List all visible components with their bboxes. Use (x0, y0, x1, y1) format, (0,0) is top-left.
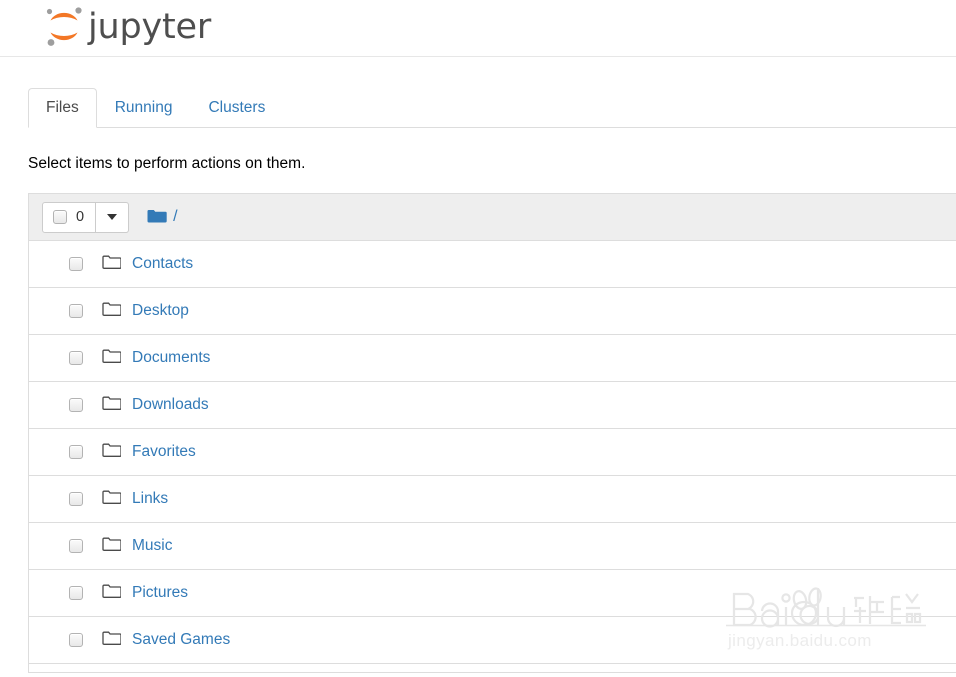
jupyter-wordmark: jupyter (88, 7, 212, 47)
file-name-link[interactable]: Desktop (132, 303, 189, 319)
folder-icon (102, 395, 122, 416)
row-checkbox[interactable] (69, 539, 83, 553)
page-header: jupyter (0, 0, 956, 57)
file-name-link[interactable]: Downloads (132, 397, 209, 413)
main-tabs: Files Running Clusters (28, 87, 956, 129)
row-checkbox[interactable] (69, 257, 83, 271)
table-row[interactable]: Desktop (29, 288, 956, 335)
table-row[interactable]: Pictures (29, 570, 956, 617)
tab-files[interactable]: Files (28, 87, 97, 128)
selected-count: 0 (76, 208, 85, 225)
folder-icon (102, 583, 122, 604)
row-checkbox[interactable] (69, 445, 83, 459)
jupyter-logo-icon (42, 4, 86, 50)
folder-icon (102, 536, 122, 557)
folder-icon (102, 301, 122, 322)
folder-icon (102, 630, 122, 651)
file-name-link[interactable]: Links (132, 491, 168, 507)
table-row[interactable]: Documents (29, 335, 956, 382)
file-list-toolbar: 0 / (29, 194, 956, 241)
caret-down-icon (107, 214, 118, 220)
jupyter-logo[interactable]: jupyter (42, 2, 211, 52)
row-checkbox[interactable] (69, 492, 83, 506)
row-checkbox[interactable] (69, 304, 83, 318)
row-checkbox[interactable] (69, 586, 83, 600)
file-list-panel: 0 / Contacts Desktop Documents Downloads… (28, 193, 956, 673)
tab-clusters[interactable]: Clusters (190, 88, 283, 129)
file-name-link[interactable]: Music (132, 538, 172, 554)
folder-icon (102, 348, 122, 369)
row-checkbox[interactable] (69, 351, 83, 365)
row-checkbox[interactable] (69, 398, 83, 412)
table-row[interactable]: Downloads (29, 382, 956, 429)
tab-running[interactable]: Running (97, 88, 191, 129)
table-row[interactable]: Saved Games (29, 617, 956, 664)
select-all-checkbox[interactable] (53, 210, 67, 224)
folder-icon (102, 489, 122, 510)
file-name-link[interactable]: Documents (132, 350, 210, 366)
table-row[interactable]: Favorites (29, 429, 956, 476)
table-row[interactable]: Links (29, 476, 956, 523)
row-checkbox[interactable] (69, 633, 83, 647)
table-row[interactable]: Music (29, 523, 956, 570)
file-name-link[interactable]: Saved Games (132, 632, 230, 648)
select-all-button[interactable]: 0 (42, 201, 97, 233)
selection-notice: Select items to perform actions on them. (28, 155, 306, 172)
table-row-partial[interactable] (29, 664, 956, 672)
folder-icon (102, 442, 122, 463)
breadcrumb-root-path[interactable]: / (173, 209, 177, 225)
file-name-link[interactable]: Contacts (132, 256, 193, 272)
file-name-link[interactable]: Pictures (132, 585, 188, 601)
file-name-link[interactable]: Favorites (132, 444, 196, 460)
selection-dropdown-button[interactable] (96, 201, 130, 233)
table-row[interactable]: Contacts (29, 241, 956, 288)
folder-filled-icon (147, 209, 167, 225)
folder-icon (102, 254, 122, 275)
breadcrumb[interactable]: / (147, 209, 178, 225)
selection-control-group: 0 (42, 201, 130, 233)
